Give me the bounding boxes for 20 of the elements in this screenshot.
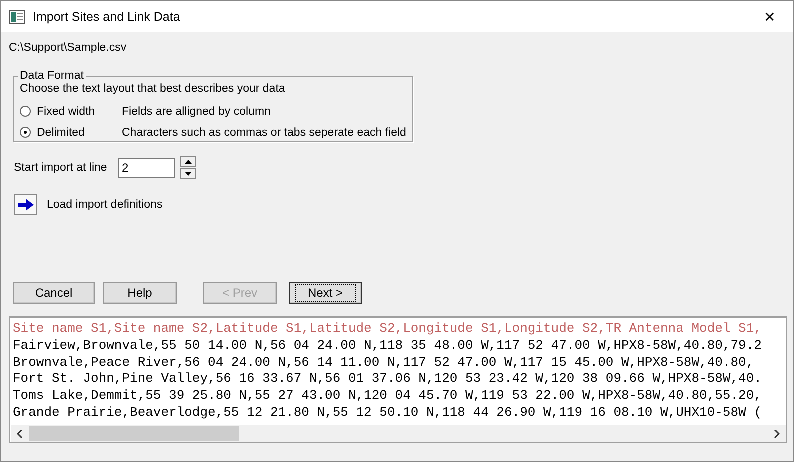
dialog-button[interactable]: Cancel (13, 282, 95, 304)
start-line-label: Start import at line (14, 162, 108, 174)
preview-line: Fort St. John,Pine Valley,56 16 33.67 N,56 01 37.06 N,120 53 23.42 W,120 38 09.66 W,HPX8-58W,40. (13, 371, 763, 388)
preview-line: Grande Prairie,Beaverlodge,55 12 21.80 N,55 12 50.10 N,118 44 26.90 W,119 16 08.10 W,UHX10-58W ( (13, 404, 763, 422)
preview-line: Toms Lake,Demmit,55 39 25.80 N,55 27 43.00 N,120 04 45.70 W,119 53 22.00 W,HPX8-58W,40.80,55.20, (13, 388, 763, 405)
preview-line: Site name S1,Site name S2,Latitude S1,Latitude S2,Longitude S1,Longitude S2,TR Antenna Model S1, (13, 321, 763, 338)
radio-label[interactable]: Fixed width (37, 106, 122, 118)
group-title: Data Format (19, 70, 85, 82)
start-line-field[interactable]: 2 (118, 158, 175, 178)
load-label: Load import definitions (47, 198, 163, 210)
dialog-button[interactable]: Help (103, 282, 177, 304)
dialog-button[interactable]: Next > (289, 282, 362, 304)
file-path: C:\Support\Sample.csv (9, 41, 128, 56)
format-prompt: Choose the text layout that best describes your data (20, 83, 286, 97)
window-title: Import Sites and Link Data (33, 10, 180, 24)
preview-line: Fairview,Brownvale,55 50 14.00 N,56 04 24.00 N,118 35 48.00 W,117 52 47.00 W,HPX8-58W,40.80,79.2 (13, 338, 763, 355)
option-description: Characters such as commas or tabs seperate each field (122, 126, 406, 138)
radio-label[interactable]: Delimited (37, 126, 122, 138)
option-description: Fields are alligned by column (122, 106, 271, 118)
preview-line: Brownvale,Peace River,56 04 24.00 N,56 14 11.00 N,117 52 47.00 W,117 15 45.00 W,HPX8-58W,40.80, (13, 354, 756, 372)
